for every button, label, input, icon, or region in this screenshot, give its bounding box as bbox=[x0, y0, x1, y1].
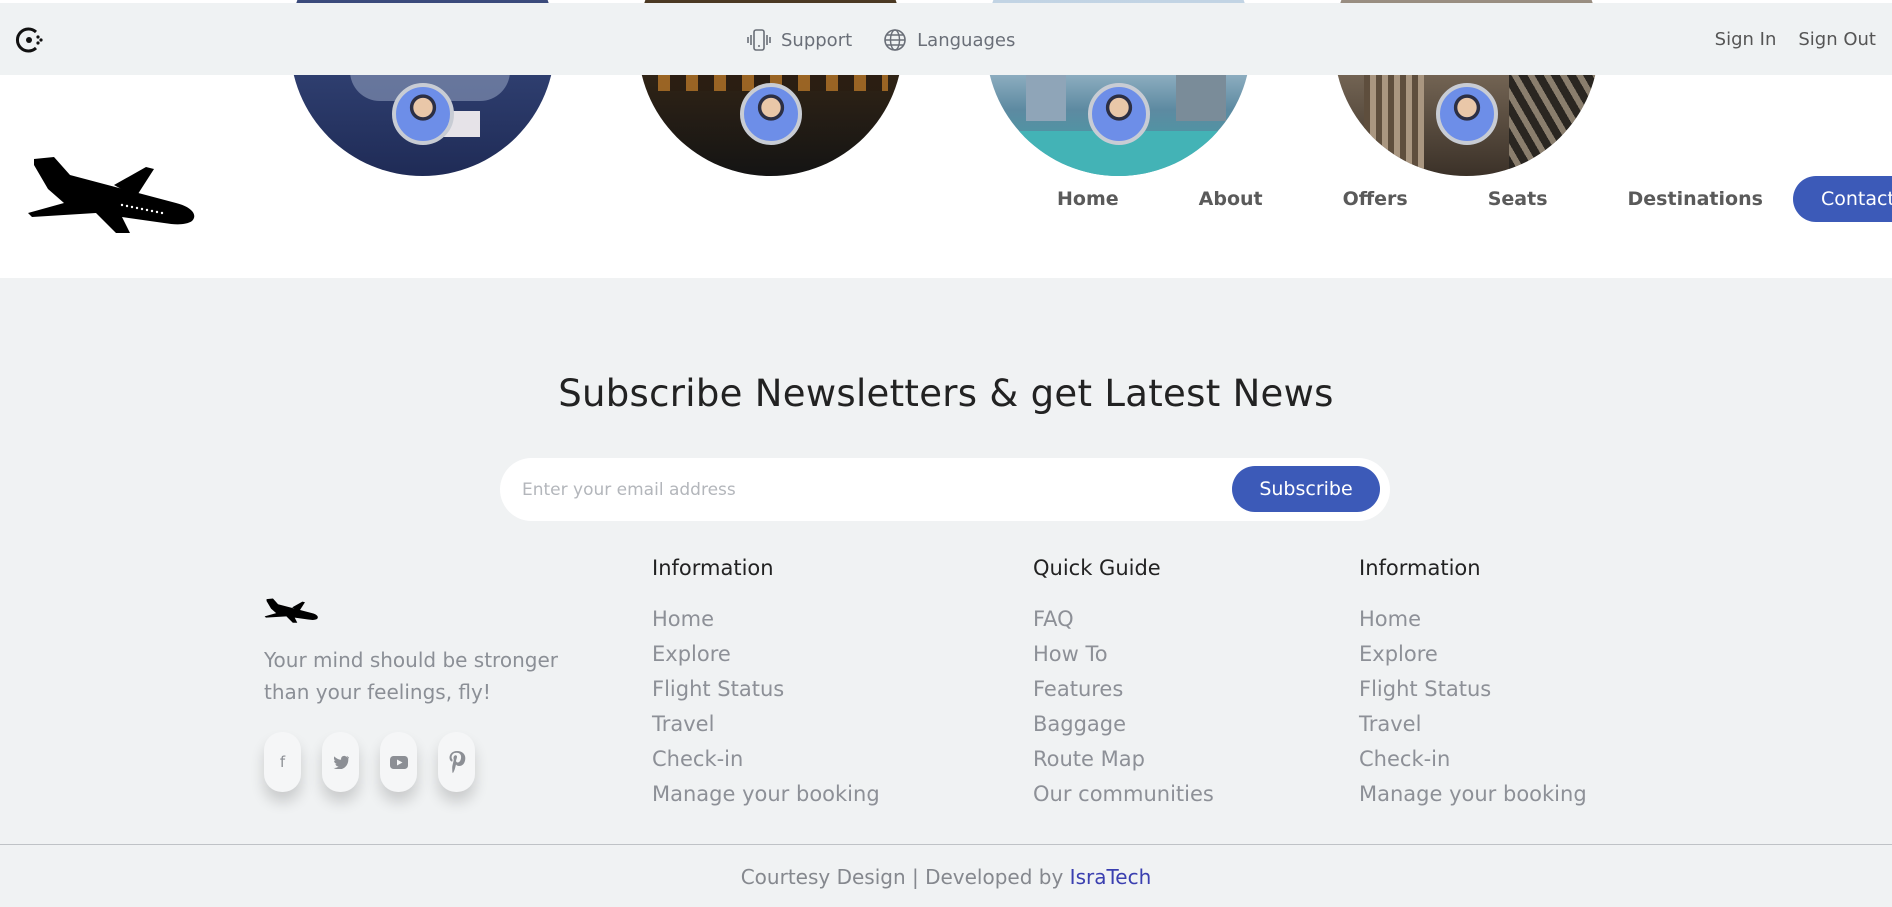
footer-link[interactable]: Manage your booking bbox=[1359, 777, 1587, 812]
main-nav: Home About Offers Seats Destinations Con… bbox=[1057, 176, 1892, 222]
phone-vibrate-icon bbox=[747, 29, 771, 51]
airplane-logo-small[interactable] bbox=[264, 594, 320, 624]
avatar bbox=[740, 83, 802, 145]
contact-button[interactable]: Contact bbox=[1792, 176, 1892, 222]
footer-column-information-2: Information Home Explore Flight Status T… bbox=[1359, 556, 1587, 812]
youtube-icon[interactable] bbox=[380, 732, 417, 792]
nav-offers[interactable]: Offers bbox=[1343, 188, 1408, 210]
avatar bbox=[1436, 83, 1498, 145]
newsletter-title: Subscribe Newsletters & get Latest News bbox=[558, 372, 1334, 415]
footer-link[interactable]: Home bbox=[652, 602, 880, 637]
footer-tagline: Your mind should be stronger than your f… bbox=[264, 648, 558, 704]
footer-link[interactable]: Route Map bbox=[1033, 742, 1214, 777]
footer-link[interactable]: Flight Status bbox=[1359, 672, 1587, 707]
footer-link[interactable]: Travel bbox=[1359, 707, 1587, 742]
footer-link[interactable]: FAQ bbox=[1033, 602, 1214, 637]
globe-icon bbox=[884, 29, 906, 51]
email-input[interactable] bbox=[522, 472, 1202, 508]
developer-link[interactable]: IsraTech bbox=[1070, 865, 1152, 889]
column-title: Information bbox=[652, 556, 774, 580]
footer-link[interactable]: Flight Status bbox=[652, 672, 880, 707]
footer-link[interactable]: Explore bbox=[1359, 637, 1587, 672]
languages-label: Languages bbox=[917, 29, 1016, 51]
copyright-text: Courtesy Design | Developed by bbox=[740, 865, 1070, 889]
footer-link[interactable]: Features bbox=[1033, 672, 1214, 707]
footer-column-quick-guide: Quick Guide FAQ How To Features Baggage … bbox=[1033, 556, 1214, 812]
footer: Subscribe Newsletters & get Latest News … bbox=[0, 278, 1892, 907]
facebook-icon[interactable]: f bbox=[264, 732, 301, 792]
newsletter-form: Subscribe bbox=[500, 458, 1390, 521]
footer-link[interactable]: Explore bbox=[652, 637, 880, 672]
footer-link[interactable]: Our communities bbox=[1033, 777, 1214, 812]
social-links: f bbox=[264, 732, 475, 792]
avatar bbox=[392, 83, 454, 145]
footer-link[interactable]: How To bbox=[1033, 637, 1214, 672]
nav-seats[interactable]: Seats bbox=[1488, 188, 1548, 210]
twitter-icon[interactable] bbox=[322, 732, 359, 792]
support-label: Support bbox=[781, 29, 853, 51]
footer-divider bbox=[0, 844, 1892, 845]
avatar bbox=[1088, 83, 1150, 145]
site-logo-icon[interactable] bbox=[14, 25, 44, 55]
nav-home[interactable]: Home bbox=[1057, 188, 1119, 210]
footer-link[interactable]: Home bbox=[1359, 602, 1587, 637]
top-bar: Support Languages Sign In Sign Out bbox=[0, 3, 1892, 75]
nav-about[interactable]: About bbox=[1199, 188, 1263, 210]
sign-out-link[interactable]: Sign Out bbox=[1798, 29, 1876, 50]
footer-link[interactable]: Baggage bbox=[1033, 707, 1214, 742]
languages-link[interactable]: Languages bbox=[882, 27, 1015, 53]
footer-brand: Your mind should be stronger than your f… bbox=[264, 594, 558, 704]
footer-link[interactable]: Travel bbox=[652, 707, 880, 742]
footer-link[interactable]: Check-in bbox=[1359, 742, 1587, 777]
subscribe-button[interactable]: Subscribe bbox=[1232, 466, 1380, 512]
pinterest-icon[interactable] bbox=[438, 732, 475, 792]
support-link[interactable]: Support bbox=[746, 27, 852, 53]
column-title: Information bbox=[1359, 556, 1481, 580]
footer-column-information: Information Home Explore Flight Status T… bbox=[652, 556, 880, 812]
footer-link[interactable]: Check-in bbox=[652, 742, 880, 777]
nav-destinations[interactable]: Destinations bbox=[1628, 188, 1763, 210]
airplane-logo[interactable] bbox=[26, 145, 201, 235]
footer-link[interactable]: Manage your booking bbox=[652, 777, 880, 812]
copyright: Courtesy Design | Developed by IsraTech bbox=[0, 865, 1892, 889]
sign-in-link[interactable]: Sign In bbox=[1715, 29, 1777, 50]
column-title: Quick Guide bbox=[1033, 556, 1161, 580]
